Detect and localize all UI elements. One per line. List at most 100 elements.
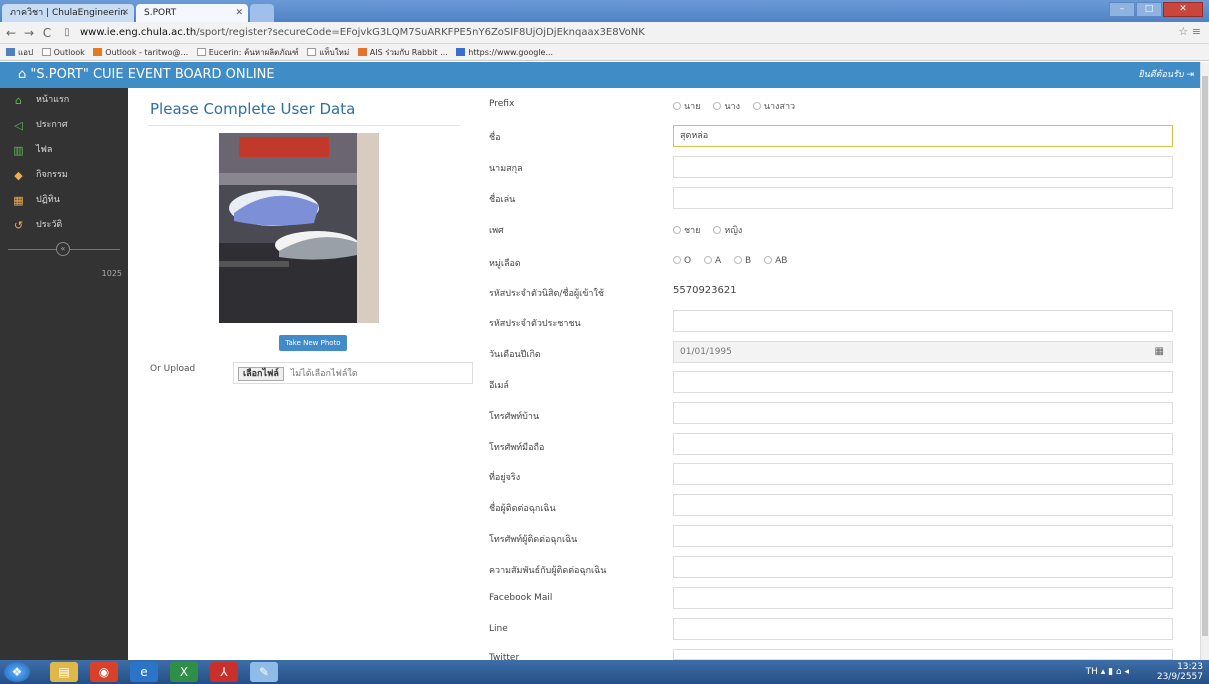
minimize-icon[interactable]: – (1109, 2, 1135, 17)
gender-radio-male[interactable]: ชาย (673, 223, 700, 237)
prefix-radio-mrs[interactable]: นาง (713, 99, 740, 113)
car-icon: ◆ (14, 169, 23, 182)
ie-icon[interactable]: e (130, 662, 158, 682)
close-window-icon[interactable]: ✕ (1163, 2, 1203, 17)
address-input[interactable] (673, 463, 1173, 485)
sidebar-collapse: « (0, 241, 128, 257)
birthdate-input[interactable]: 01/01/1995 ▦ (673, 341, 1173, 363)
new-tab-button[interactable] (250, 4, 274, 22)
blood-radio-o[interactable]: O (673, 256, 691, 266)
page-scrollbar[interactable] (1200, 62, 1209, 660)
browser-tab-chula[interactable]: ภาควิชา | ChulaEngineerin ✕ (2, 4, 134, 22)
blood-label: หมู่เลือด (489, 259, 521, 269)
browser-tabstrip: ภาควิชา | ChulaEngineerin ✕ S.PORT ✕ – □… (0, 0, 1209, 22)
clock[interactable]: 13:23 23/9/2557 (1157, 662, 1203, 682)
mobile-input[interactable] (673, 433, 1173, 455)
bookmark-google[interactable]: https://www.google... (456, 44, 553, 60)
login-icon: ⇥ (1186, 70, 1194, 80)
twitter-input[interactable] (673, 649, 1173, 660)
home-phone-label: โทรศัพท์บ้าน (489, 412, 540, 422)
maximize-icon[interactable]: □ (1136, 2, 1162, 17)
emergency-phone-input[interactable] (673, 525, 1173, 547)
reload-icon[interactable]: C (40, 25, 54, 41)
calendar-icon[interactable]: ▦ (1155, 342, 1164, 362)
star-icon[interactable]: ☆ ≡ (1178, 25, 1201, 38)
bookmark-outlook[interactable]: Outlook (41, 44, 85, 60)
gender-label: เพศ (489, 226, 504, 236)
first-name-label: ชื่อ (489, 133, 501, 143)
first-name-input[interactable]: สุดหล่อ (673, 125, 1173, 147)
gender-radio-female[interactable]: หญิง (713, 223, 742, 237)
photo-image (219, 133, 379, 323)
sidebar-item-history[interactable]: ↺ ประวัติ (0, 213, 128, 238)
sidebar-item-files[interactable]: ▥ ไฟล (0, 138, 128, 163)
last-name-label: นามสกุล (489, 164, 523, 174)
take-new-photo-button[interactable]: Take New Photo (279, 335, 347, 351)
calendar-icon: ▦ (13, 194, 24, 207)
close-icon[interactable]: ✕ (121, 4, 129, 22)
nickname-input[interactable] (673, 187, 1173, 209)
prefix-radio-group: นาย นาง นางสาว (673, 99, 805, 113)
email-label: อีเมล์ (489, 381, 509, 391)
email-input[interactable] (673, 371, 1173, 393)
blood-radio-ab[interactable]: AB (764, 256, 787, 266)
student-id-value: 5570923621 (673, 285, 737, 296)
url-input[interactable]: www.ie.eng.chula.ac.th/sport/register?se… (80, 25, 1160, 41)
address-label: ที่อยู่จริง (489, 473, 521, 483)
student-id-label: รหัสประจำตัวนิสิต/ชื่อผู้เข้าใช้ (489, 289, 604, 299)
home-phone-input[interactable] (673, 402, 1173, 424)
prefix-radio-mr[interactable]: นาย (673, 99, 700, 113)
paint-icon[interactable]: ✎ (250, 662, 278, 682)
last-name-input[interactable] (673, 156, 1173, 178)
sidebar-item-announcements[interactable]: ◁ ประกาศ (0, 113, 128, 138)
login-link[interactable]: ยินดีต้อนรับ ⇥ (1138, 62, 1194, 88)
excel-icon[interactable]: X (170, 662, 198, 682)
emergency-relation-input[interactable] (673, 556, 1173, 578)
home-icon: ⌂ (18, 67, 31, 82)
chrome-icon[interactable]: ◉ (90, 662, 118, 682)
prefix-label: Prefix (489, 99, 515, 109)
visitor-counter: 1025 (101, 269, 122, 278)
citizen-id-input[interactable] (673, 310, 1173, 332)
prefix-radio-miss[interactable]: นางสาว (752, 99, 795, 113)
file-status: ไม่ได้เลือกไฟล์ใด (290, 369, 358, 379)
bookmark-ais[interactable]: AIS ร่วมกับ Rabbit ... (357, 44, 448, 60)
mobile-label: โทรศัพท์มือถือ (489, 443, 545, 453)
sidebar-item-activities[interactable]: ◆ กิจกรรม (0, 163, 128, 188)
sidebar-item-label: ไฟล (36, 145, 53, 155)
sidebar-item-label: ประกาศ (36, 120, 68, 130)
bookmark-outlook-taritwo[interactable]: Outlook - taritwo@... (93, 44, 188, 60)
megaphone-icon: ◁ (14, 119, 23, 132)
blood-radio-a[interactable]: A (703, 256, 721, 266)
blood-radio-b[interactable]: B (734, 256, 751, 266)
emergency-phone-label: โทรศัพท์ผู้ติดต่อฉุกเฉิน (489, 535, 578, 545)
sidebar-item-home[interactable]: ⌂ หน้าแรก (0, 88, 128, 113)
bookmarks-bar: แอป Outlook Outlook - taritwo@... Euceri… (0, 44, 1209, 61)
window-controls: – □ ✕ (1108, 2, 1203, 17)
sidebar-item-calendar[interactable]: ▦ ปฏิทิน (0, 188, 128, 213)
bookmark-eucerin[interactable]: Eucerin: ค้นหาผลิตภัณฑ์ (196, 44, 299, 60)
browser-tab-sport[interactable]: S.PORT ✕ (136, 4, 248, 22)
facebook-input[interactable] (673, 587, 1173, 609)
taskbar: ❖ ▤ ◉ e X ⅄ ✎ TH ▴ ▮ ⌂ ◂ 13:23 23/9/2557 (0, 660, 1209, 684)
acrobat-icon[interactable]: ⅄ (210, 662, 238, 682)
system-tray[interactable]: TH ▴ ▮ ⌂ ◂ (1086, 667, 1129, 677)
collapse-icon[interactable]: « (56, 242, 70, 256)
bookmark-apps[interactable]: แอป (6, 44, 33, 60)
profile-photo (219, 133, 379, 323)
back-icon[interactable]: ← (4, 25, 18, 41)
app-header: ⌂ "S.PORT" CUIE EVENT BOARD ONLINE ยินดี… (0, 62, 1200, 88)
app-title[interactable]: ⌂ "S.PORT" CUIE EVENT BOARD ONLINE (18, 62, 275, 88)
address-bar: ← → C ▯ www.ie.eng.chula.ac.th/sport/reg… (0, 22, 1209, 44)
line-input[interactable] (673, 618, 1173, 640)
choose-file-button[interactable]: เลือกไฟล์ (238, 367, 284, 381)
forward-icon[interactable]: → (22, 25, 36, 41)
emergency-name-input[interactable] (673, 494, 1173, 516)
scrollbar-thumb[interactable] (1202, 76, 1208, 636)
explorer-icon[interactable]: ▤ (50, 662, 78, 682)
line-label: Line (489, 624, 508, 634)
page-icon: ▯ (64, 27, 70, 38)
bookmark-new-tab[interactable]: แท็บใหม่ (307, 44, 349, 60)
start-button[interactable]: ❖ (4, 662, 30, 682)
close-icon[interactable]: ✕ (235, 4, 243, 22)
